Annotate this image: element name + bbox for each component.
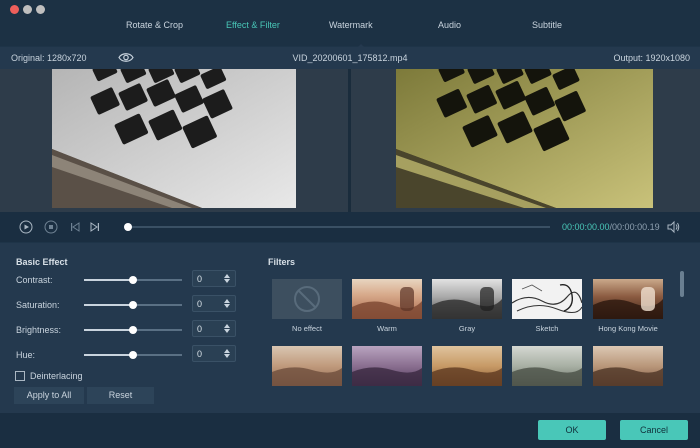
deinterlacing-label: Deinterlacing: [30, 371, 83, 381]
video-filename: VID_20200601_175812.mp4: [292, 53, 408, 63]
filter-hong-kong-movie[interactable]: Hong Kong Movie: [593, 279, 663, 333]
contrast-decrement[interactable]: [224, 279, 230, 283]
brightness-slider[interactable]: [84, 326, 182, 334]
tab-rotate-crop[interactable]: Rotate & Crop: [126, 20, 183, 30]
progress-bar[interactable]: [126, 226, 550, 228]
filter-item[interactable]: [512, 346, 582, 386]
playback-controls: 00:00:00.00/00:00:00.19: [0, 212, 700, 242]
brightness-slider-fill: [84, 329, 133, 331]
saturation-slider-handle[interactable]: [129, 301, 137, 309]
filter-thumbnail: [272, 346, 342, 386]
filter-label: No effect: [292, 324, 322, 333]
contrast-increment[interactable]: [224, 274, 230, 278]
video-info-bar: Original: 1280x720 VID_20200601_175812.m…: [0, 47, 700, 69]
apply-to-all-button[interactable]: Apply to All: [14, 387, 84, 404]
hue-increment[interactable]: [224, 349, 230, 353]
progress-handle[interactable]: [124, 223, 132, 231]
output-resolution: Output: 1920x1080: [613, 53, 690, 63]
tab-watermark[interactable]: Watermark: [329, 20, 373, 30]
filters-scrollbar[interactable]: [680, 271, 684, 297]
filter-label: Sketch: [535, 324, 559, 333]
ok-button[interactable]: OK: [538, 420, 606, 440]
saturation-slider-fill: [84, 304, 133, 306]
saturation-stepper[interactable]: 0: [192, 295, 236, 312]
volume-icon[interactable]: [666, 220, 680, 234]
filter-item[interactable]: [432, 346, 502, 386]
brightness-increment[interactable]: [224, 324, 230, 328]
filter-thumbnail: [593, 346, 663, 386]
play-icon[interactable]: [19, 220, 33, 234]
brightness-value: 0: [197, 324, 203, 334]
hue-value: 0: [197, 349, 203, 359]
filter-item[interactable]: [352, 346, 422, 386]
hue-stepper[interactable]: 0: [192, 345, 236, 362]
close-window-button[interactable]: [10, 5, 19, 14]
original-preview-panel: [0, 69, 348, 212]
minimize-window-button[interactable]: [23, 5, 32, 14]
filter-label: Warm: [377, 324, 397, 333]
filters-title: Filters: [268, 257, 296, 267]
reset-button[interactable]: Reset: [87, 387, 154, 404]
filter-thumbnail: [432, 346, 502, 386]
cancel-button[interactable]: Cancel: [620, 420, 688, 440]
title-bar: Rotate & Crop Effect & Filter Watermark …: [0, 0, 700, 49]
maximize-window-button[interactable]: [36, 5, 45, 14]
brightness-slider-handle[interactable]: [129, 326, 137, 334]
saturation-decrement[interactable]: [224, 304, 230, 308]
brightness-stepper[interactable]: 0: [192, 320, 236, 337]
filter-thumbnail: [432, 279, 502, 319]
saturation-value: 0: [197, 299, 203, 309]
filter-thumbnail: [593, 279, 663, 319]
contrast-slider[interactable]: [84, 276, 182, 284]
tab-bar: Rotate & Crop Effect & Filter Watermark …: [112, 0, 612, 49]
hue-slider-handle[interactable]: [129, 351, 137, 359]
output-preview-panel: [351, 69, 700, 212]
current-time: 00:00:00.00: [562, 222, 610, 232]
filter-label: Hong Kong Movie: [598, 324, 658, 333]
dialog-footer: OK Cancel: [0, 413, 700, 448]
contrast-label: Contrast:: [16, 275, 53, 285]
next-frame-icon[interactable]: [88, 220, 102, 234]
time-display: 00:00:00.00/00:00:00.19: [562, 222, 660, 232]
tab-subtitle[interactable]: Subtitle: [532, 20, 562, 30]
deinterlacing-checkbox[interactable]: [15, 371, 25, 381]
contrast-slider-handle[interactable]: [129, 276, 137, 284]
hue-label: Hue:: [16, 350, 36, 360]
output-video-frame: [396, 69, 653, 208]
filter-sketch[interactable]: Sketch: [512, 279, 582, 333]
saturation-increment[interactable]: [224, 299, 230, 303]
filter-thumbnail: [352, 279, 422, 319]
hue-slider-fill: [84, 354, 133, 356]
effects-panel: Basic Effect Contrast: 0 Saturation: 0 B…: [0, 243, 700, 413]
filter-thumbnail: [352, 346, 422, 386]
filter-thumbnail: [512, 346, 582, 386]
brightness-label: Brightness:: [16, 325, 62, 335]
tab-audio[interactable]: Audio: [438, 20, 461, 30]
filter-thumbnail: [512, 279, 582, 319]
total-duration: /00:00:00.19: [609, 222, 660, 232]
tab-effect-filter[interactable]: Effect & Filter: [226, 20, 280, 30]
contrast-value: 0: [197, 274, 203, 284]
filter-no-effect[interactable]: No effect: [272, 279, 342, 333]
stop-icon[interactable]: [44, 220, 58, 234]
basic-effect-title: Basic Effect: [16, 257, 68, 267]
saturation-slider[interactable]: [84, 301, 182, 309]
original-video-frame: [52, 69, 296, 208]
filter-thumbnail: [272, 279, 342, 319]
hue-slider[interactable]: [84, 351, 182, 359]
saturation-label: Saturation:: [16, 300, 60, 310]
previous-frame-icon[interactable]: [68, 220, 82, 234]
contrast-stepper[interactable]: 0: [192, 270, 236, 287]
filter-label: Gray: [458, 324, 476, 333]
brightness-decrement[interactable]: [224, 329, 230, 333]
filter-warm[interactable]: Warm: [352, 279, 422, 333]
filter-gray[interactable]: Gray: [432, 279, 502, 333]
hue-decrement[interactable]: [224, 354, 230, 358]
filter-item[interactable]: [593, 346, 663, 386]
filter-item[interactable]: [272, 346, 342, 386]
contrast-slider-fill: [84, 279, 133, 281]
no-effect-icon: [294, 286, 320, 312]
